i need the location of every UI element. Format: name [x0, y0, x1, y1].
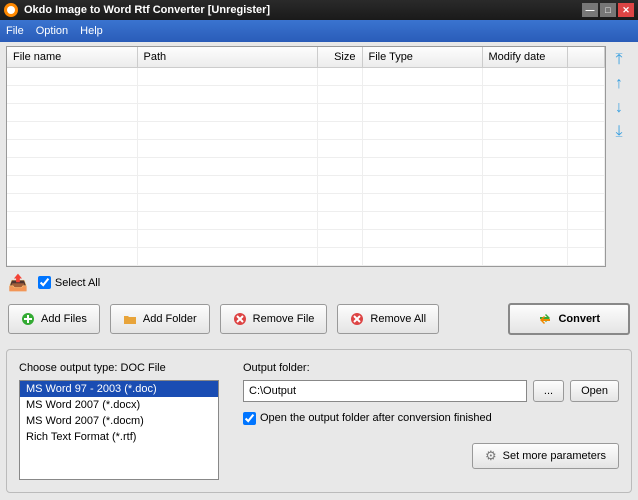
table-row[interactable]	[7, 157, 605, 175]
select-all-label: Select All	[55, 277, 100, 289]
list-item[interactable]: MS Word 2007 (*.docx)	[20, 397, 218, 413]
convert-button[interactable]: Convert	[508, 303, 630, 335]
folder-up-icon[interactable]: 📤	[8, 273, 28, 293]
add-folder-button[interactable]: Add Folder	[110, 304, 210, 334]
output-folder-label: Output folder:	[243, 362, 619, 374]
add-folder-label: Add Folder	[143, 313, 197, 325]
move-top-icon[interactable]: ⤒	[615, 52, 622, 68]
convert-label: Convert	[558, 313, 600, 325]
table-row[interactable]	[7, 103, 605, 121]
file-table[interactable]: File name Path Size File Type Modify dat…	[6, 46, 606, 267]
remove-all-label: Remove All	[370, 313, 426, 325]
table-row[interactable]	[7, 175, 605, 193]
set-more-label: Set more parameters	[503, 450, 606, 462]
set-more-parameters-button[interactable]: ⚙ Set more parameters	[472, 443, 619, 469]
add-files-button[interactable]: Add Files	[8, 304, 100, 334]
close-button[interactable]: ✕	[618, 3, 634, 17]
move-up-icon[interactable]: ↑	[615, 76, 623, 92]
open-output-checkbox[interactable]	[243, 412, 256, 425]
lower-panel: Choose output type: DOC File MS Word 97 …	[6, 349, 632, 493]
table-row[interactable]	[7, 67, 605, 85]
side-tools: ⤒ ↑ ↓ ⤓	[606, 46, 632, 267]
list-item[interactable]: Rich Text Format (*.rtf)	[20, 429, 218, 445]
add-files-label: Add Files	[41, 313, 87, 325]
remove-all-button[interactable]: Remove All	[337, 304, 439, 334]
remove-all-icon	[350, 312, 364, 326]
minimize-button[interactable]: —	[582, 3, 598, 17]
list-item[interactable]	[20, 461, 218, 477]
table-row[interactable]	[7, 193, 605, 211]
app-icon	[4, 3, 18, 17]
titlebar[interactable]: Okdo Image to Word Rtf Converter [Unregi…	[0, 0, 638, 20]
window-title: Okdo Image to Word Rtf Converter [Unregi…	[24, 4, 270, 16]
col-modify[interactable]: Modify date	[482, 47, 567, 67]
col-spacer	[567, 47, 605, 67]
list-item[interactable]: MS Word 2007 (*.docm)	[20, 413, 218, 429]
col-size[interactable]: Size	[317, 47, 362, 67]
maximize-button[interactable]: □	[600, 3, 616, 17]
browse-button[interactable]: ...	[533, 380, 564, 402]
convert-icon	[538, 312, 552, 326]
menu-file[interactable]: File	[6, 25, 24, 37]
table-row[interactable]	[7, 229, 605, 247]
content-area: File name Path Size File Type Modify dat…	[0, 42, 638, 500]
menubar: File Option Help	[0, 20, 638, 42]
table-row[interactable]	[7, 211, 605, 229]
move-bottom-icon[interactable]: ⤓	[615, 124, 622, 140]
table-row[interactable]	[7, 139, 605, 157]
plus-icon	[21, 312, 35, 326]
table-row[interactable]	[7, 85, 605, 103]
table-row[interactable]	[7, 121, 605, 139]
remove-file-button[interactable]: Remove File	[220, 304, 328, 334]
menu-help[interactable]: Help	[80, 25, 103, 37]
open-output-label: Open the output folder after conversion …	[260, 412, 492, 424]
app-window: Okdo Image to Word Rtf Converter [Unregi…	[0, 0, 638, 500]
output-folder-input[interactable]	[243, 380, 527, 402]
select-all-checkbox[interactable]	[38, 276, 51, 289]
output-type-label: Choose output type: DOC File	[19, 362, 219, 374]
gear-icon: ⚙	[485, 448, 497, 464]
col-filename[interactable]: File name	[7, 47, 137, 67]
remove-icon	[233, 312, 247, 326]
list-item[interactable]: MS Word 97 - 2003 (*.doc)	[20, 381, 218, 397]
table-body	[7, 67, 605, 265]
col-path[interactable]: Path	[137, 47, 317, 67]
table-row[interactable]	[7, 247, 605, 265]
format-listbox[interactable]: MS Word 97 - 2003 (*.doc) MS Word 2007 (…	[19, 380, 219, 480]
menu-option[interactable]: Option	[36, 25, 68, 37]
move-down-icon[interactable]: ↓	[615, 100, 623, 116]
folder-icon	[123, 312, 137, 326]
remove-file-label: Remove File	[253, 313, 315, 325]
open-button[interactable]: Open	[570, 380, 619, 402]
list-item[interactable]	[20, 445, 218, 461]
col-filetype[interactable]: File Type	[362, 47, 482, 67]
